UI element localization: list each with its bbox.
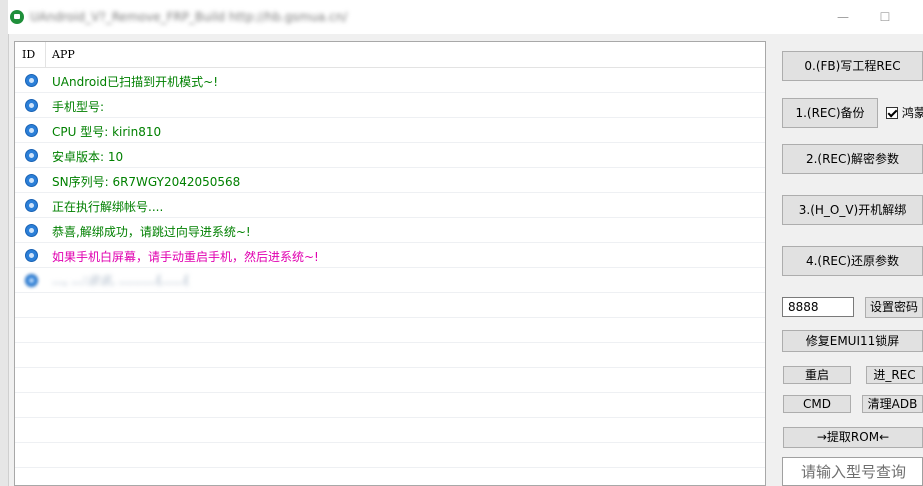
log-message: CPU 型号: kirin810: [52, 125, 162, 139]
fb-write-rec-button[interactable]: 0.(FB)写工程REC: [782, 51, 923, 81]
app-icon: [10, 10, 24, 24]
rec-restore-params-button[interactable]: 4.(REC)还原参数: [782, 246, 923, 276]
log-message: 安卓版本: 10: [52, 150, 124, 164]
info-icon: [25, 249, 38, 262]
log-row-empty: [15, 368, 765, 393]
log-row-empty: [15, 318, 765, 343]
window-title: UAndroid_V?_Remove_FRP_Build http://hb.g…: [30, 10, 348, 24]
log-row[interactable]: 恭喜,解绑成功，请跳过向导进系统~!: [15, 218, 765, 243]
hov-boot-unlock-button[interactable]: 3.(H_O_V)开机解绑: [782, 195, 923, 225]
log-row[interactable]: 安卓版本: 10: [15, 143, 765, 168]
checkbox-checked-icon[interactable]: [886, 107, 898, 119]
clean-adb-button[interactable]: 清理ADB: [862, 395, 923, 413]
rec-backup-button[interactable]: 1.(REC)备份: [782, 98, 878, 128]
log-row[interactable]: 手机型号:: [15, 93, 765, 118]
info-icon: [25, 74, 38, 87]
log-row-empty: [15, 468, 765, 485]
harmony-checkbox[interactable]: 鸿蒙: [886, 104, 923, 121]
log-message: 如果手机白屏幕，请手动重启手机，然后进系统~!: [52, 250, 319, 264]
info-icon: [25, 99, 38, 112]
log-header: ID APP: [15, 42, 765, 68]
set-password-button[interactable]: 设置密码: [865, 297, 923, 318]
fix-emui11-lockscreen-button[interactable]: 修复EMUI11锁屏: [782, 330, 923, 352]
log-message: 正在执行解绑帐号....: [52, 200, 164, 214]
log-message: SN序列号: 6R7WGY2042050568: [52, 175, 241, 189]
model-search-input[interactable]: [782, 457, 923, 486]
log-row[interactable]: SN序列号: 6R7WGY2042050568: [15, 168, 765, 193]
info-icon: [25, 274, 38, 287]
reboot-button[interactable]: 重启: [783, 366, 851, 384]
log-row[interactable]: CPU 型号: kirin810: [15, 118, 765, 143]
log-row[interactable]: ..., ...:://://, ..........(......(: [15, 268, 765, 293]
log-row[interactable]: 正在执行解绑帐号....: [15, 193, 765, 218]
log-row[interactable]: UAndroid已扫描到开机模式~!: [15, 68, 765, 93]
column-header-app[interactable]: APP: [52, 48, 75, 61]
password-input[interactable]: [782, 297, 854, 317]
info-icon: [25, 124, 38, 137]
log-message: UAndroid已扫描到开机模式~!: [52, 75, 219, 89]
info-icon: [25, 174, 38, 187]
info-icon: [25, 199, 38, 212]
log-row[interactable]: 如果手机白屏幕，请手动重启手机，然后进系统~!: [15, 243, 765, 268]
rec-decrypt-params-button[interactable]: 2.(REC)解密参数: [782, 144, 923, 174]
log-list[interactable]: ID APP UAndroid已扫描到开机模式~! 手机型号: CPU 型号: …: [14, 41, 766, 486]
log-message: 恭喜,解绑成功，请跳过向导进系统~!: [52, 225, 251, 239]
info-icon: [25, 149, 38, 162]
log-row-empty: [15, 393, 765, 418]
enter-rec-button[interactable]: 进_REC: [866, 366, 923, 384]
log-row-empty: [15, 418, 765, 443]
log-row-empty: [15, 293, 765, 318]
minimize-button[interactable]: —: [828, 6, 858, 28]
extract-rom-button[interactable]: →提取ROM←: [783, 427, 923, 448]
maximize-button[interactable]: ☐: [870, 6, 900, 28]
background-window-edge: [0, 0, 9, 486]
log-row-empty: [15, 443, 765, 468]
column-header-id[interactable]: ID: [22, 48, 35, 61]
column-divider: [45, 42, 46, 67]
title-bar: UAndroid_V?_Remove_FRP_Build http://hb.g…: [8, 0, 923, 34]
log-row-empty: [15, 343, 765, 368]
harmony-checkbox-label: 鸿蒙: [901, 106, 923, 120]
cmd-button[interactable]: CMD: [783, 395, 851, 413]
info-icon: [25, 224, 38, 237]
log-message: ..., ...:://://, ..........(......(: [52, 273, 189, 287]
log-message: 手机型号:: [52, 100, 105, 114]
